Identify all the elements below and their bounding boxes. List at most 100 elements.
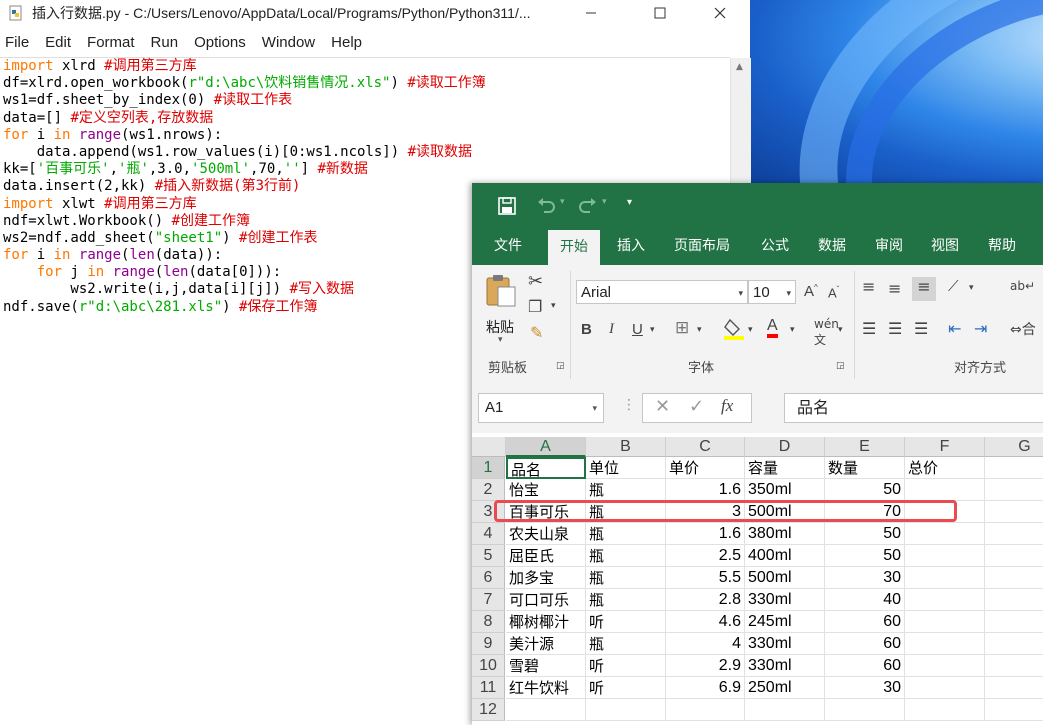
menu-run[interactable]: Run xyxy=(146,32,184,54)
code-line[interactable]: kk=['百事可乐','瓶',3.0,'500ml',70,''] #新数据 xyxy=(3,161,486,178)
column-header-g[interactable]: G xyxy=(985,437,1043,457)
cell[interactable] xyxy=(905,479,985,501)
row-header[interactable]: 1 xyxy=(472,457,505,479)
border-dropdown-icon[interactable]: ▾ xyxy=(697,325,702,335)
code-line[interactable]: data=[] #定义空列表,存放数据 xyxy=(3,110,486,127)
code-line[interactable]: ws2.write(i,j,data[i][j]) #写入数据 xyxy=(3,281,486,298)
font-name-box[interactable]: Arial ▾ xyxy=(576,280,748,304)
cell[interactable]: 美汁源 xyxy=(506,633,586,655)
code-line[interactable]: for i in range(ws1.nrows): xyxy=(3,127,486,144)
cell[interactable] xyxy=(905,567,985,589)
underline-icon[interactable]: U xyxy=(632,321,643,338)
decrease-font-icon[interactable]: Aˇ xyxy=(828,285,839,300)
row-header[interactable]: 10 xyxy=(472,655,505,677)
cell[interactable] xyxy=(985,501,1043,523)
code-line[interactable]: for i in range(len(data)): xyxy=(3,247,486,264)
cell[interactable] xyxy=(905,589,985,611)
menu-file[interactable]: File xyxy=(0,32,34,54)
clipboard-launcher-icon[interactable]: ◲ xyxy=(556,361,565,371)
cell[interactable] xyxy=(985,479,1043,501)
cell[interactable] xyxy=(985,523,1043,545)
cell[interactable]: 250ml xyxy=(745,677,825,699)
format-painter-icon[interactable]: ✎ xyxy=(530,323,543,342)
tab-data[interactable]: 数据 xyxy=(818,229,846,265)
cell[interactable]: 1.6 xyxy=(666,479,745,501)
align-top-icon[interactable]: ≡ xyxy=(862,277,875,296)
cell[interactable]: 瓶 xyxy=(586,567,666,589)
code-line[interactable]: df=xlrd.open_workbook(r"d:\abc\饮料销售情况.xl… xyxy=(3,75,486,92)
tab-file[interactable]: 文件 xyxy=(494,229,522,265)
font-size-box[interactable]: 10 ▾ xyxy=(748,280,796,304)
code-line[interactable]: ndf=xlwt.Workbook() #创建工作簿 xyxy=(3,213,486,230)
merge-center-icon[interactable]: ⇔合 xyxy=(1010,319,1036,339)
cell[interactable]: 听 xyxy=(586,677,666,699)
align-bottom-icon[interactable]: ≡ xyxy=(912,277,936,301)
cell[interactable]: 60 xyxy=(825,611,905,633)
tab-home[interactable]: 开始 xyxy=(548,230,600,265)
cell[interactable]: 50 xyxy=(825,479,905,501)
cell[interactable]: 数量 xyxy=(825,457,905,479)
row-header[interactable]: 8 xyxy=(472,611,505,633)
menu-format[interactable]: Format xyxy=(82,32,140,54)
cell[interactable]: 4.6 xyxy=(666,611,745,633)
fill-color-icon[interactable] xyxy=(724,317,746,341)
row-header[interactable]: 12 xyxy=(472,699,505,721)
font-name-dropdown-icon[interactable]: ▾ xyxy=(738,281,743,305)
tab-formulas[interactable]: 公式 xyxy=(761,229,789,265)
formula-input[interactable]: 品名 xyxy=(784,393,1043,423)
cell[interactable]: 330ml xyxy=(745,655,825,677)
code-line[interactable]: data.append(ws1.row_values(i)[0:ws1.ncol… xyxy=(3,144,486,161)
font-launcher-icon[interactable]: ◲ xyxy=(836,361,845,371)
cell[interactable]: 单价 xyxy=(666,457,745,479)
select-all-corner[interactable] xyxy=(472,437,506,457)
cell[interactable]: 5.5 xyxy=(666,567,745,589)
cell[interactable]: 瓶 xyxy=(586,523,666,545)
cell[interactable]: 可口可乐 xyxy=(506,589,586,611)
save-icon[interactable] xyxy=(498,197,516,215)
code-line[interactable]: ndf.save(r"d:\abc\281.xls") #保存工作簿 xyxy=(3,299,486,316)
column-header-b[interactable]: B xyxy=(586,437,666,457)
cell[interactable] xyxy=(985,655,1043,677)
column-header-d[interactable]: D xyxy=(745,437,825,457)
cell[interactable] xyxy=(985,699,1043,721)
copy-icon[interactable]: ❐ xyxy=(528,297,542,316)
paste-dropdown-icon[interactable]: ▾ xyxy=(498,335,503,345)
cell[interactable]: 品名 xyxy=(506,457,586,479)
cell[interactable]: 330ml xyxy=(745,633,825,655)
cell[interactable]: 雪碧 xyxy=(506,655,586,677)
column-header-f[interactable]: F xyxy=(905,437,985,457)
cell[interactable]: 330ml xyxy=(745,589,825,611)
cell[interactable]: 单位 xyxy=(586,457,666,479)
font-color-icon[interactable]: A xyxy=(767,317,778,338)
code-line[interactable]: ws2=ndf.add_sheet("sheet1") #创建工作表 xyxy=(3,230,486,247)
align-middle-icon[interactable]: ≡ xyxy=(888,279,901,298)
tab-insert[interactable]: 插入 xyxy=(617,229,645,265)
cancel-icon[interactable]: ✕ xyxy=(655,396,670,417)
cell[interactable] xyxy=(905,655,985,677)
cell[interactable] xyxy=(985,611,1043,633)
cell[interactable]: 屈臣氏 xyxy=(506,545,586,567)
row-header[interactable]: 5 xyxy=(472,545,505,567)
row-header[interactable]: 11 xyxy=(472,677,505,699)
cell[interactable]: 50 xyxy=(825,545,905,567)
code-line[interactable]: data.insert(2,kk) #插入新数据(第3行前) xyxy=(3,178,486,195)
row-header[interactable]: 6 xyxy=(472,567,505,589)
cell[interactable] xyxy=(985,633,1043,655)
tab-view[interactable]: 视图 xyxy=(931,229,959,265)
code-line[interactable]: ws1=df.sheet_by_index(0) #读取工作表 xyxy=(3,92,486,109)
increase-font-icon[interactable]: A^ xyxy=(804,283,818,300)
cell[interactable]: 瓶 xyxy=(586,479,666,501)
cell[interactable]: 60 xyxy=(825,655,905,677)
cell[interactable]: 2.8 xyxy=(666,589,745,611)
cell[interactable]: 怡宝 xyxy=(506,479,586,501)
cell[interactable]: 1.6 xyxy=(666,523,745,545)
redo-icon[interactable] xyxy=(578,197,598,215)
tab-page-layout[interactable]: 页面布局 xyxy=(674,229,730,265)
cell[interactable] xyxy=(506,699,586,721)
row-header[interactable]: 9 xyxy=(472,633,505,655)
cell[interactable] xyxy=(666,699,745,721)
row-header[interactable]: 4 xyxy=(472,523,505,545)
name-box[interactable]: A1 ▾ xyxy=(478,393,604,423)
tab-help[interactable]: 帮助 xyxy=(988,229,1016,265)
decrease-indent-icon[interactable]: ⇤ xyxy=(948,319,961,338)
